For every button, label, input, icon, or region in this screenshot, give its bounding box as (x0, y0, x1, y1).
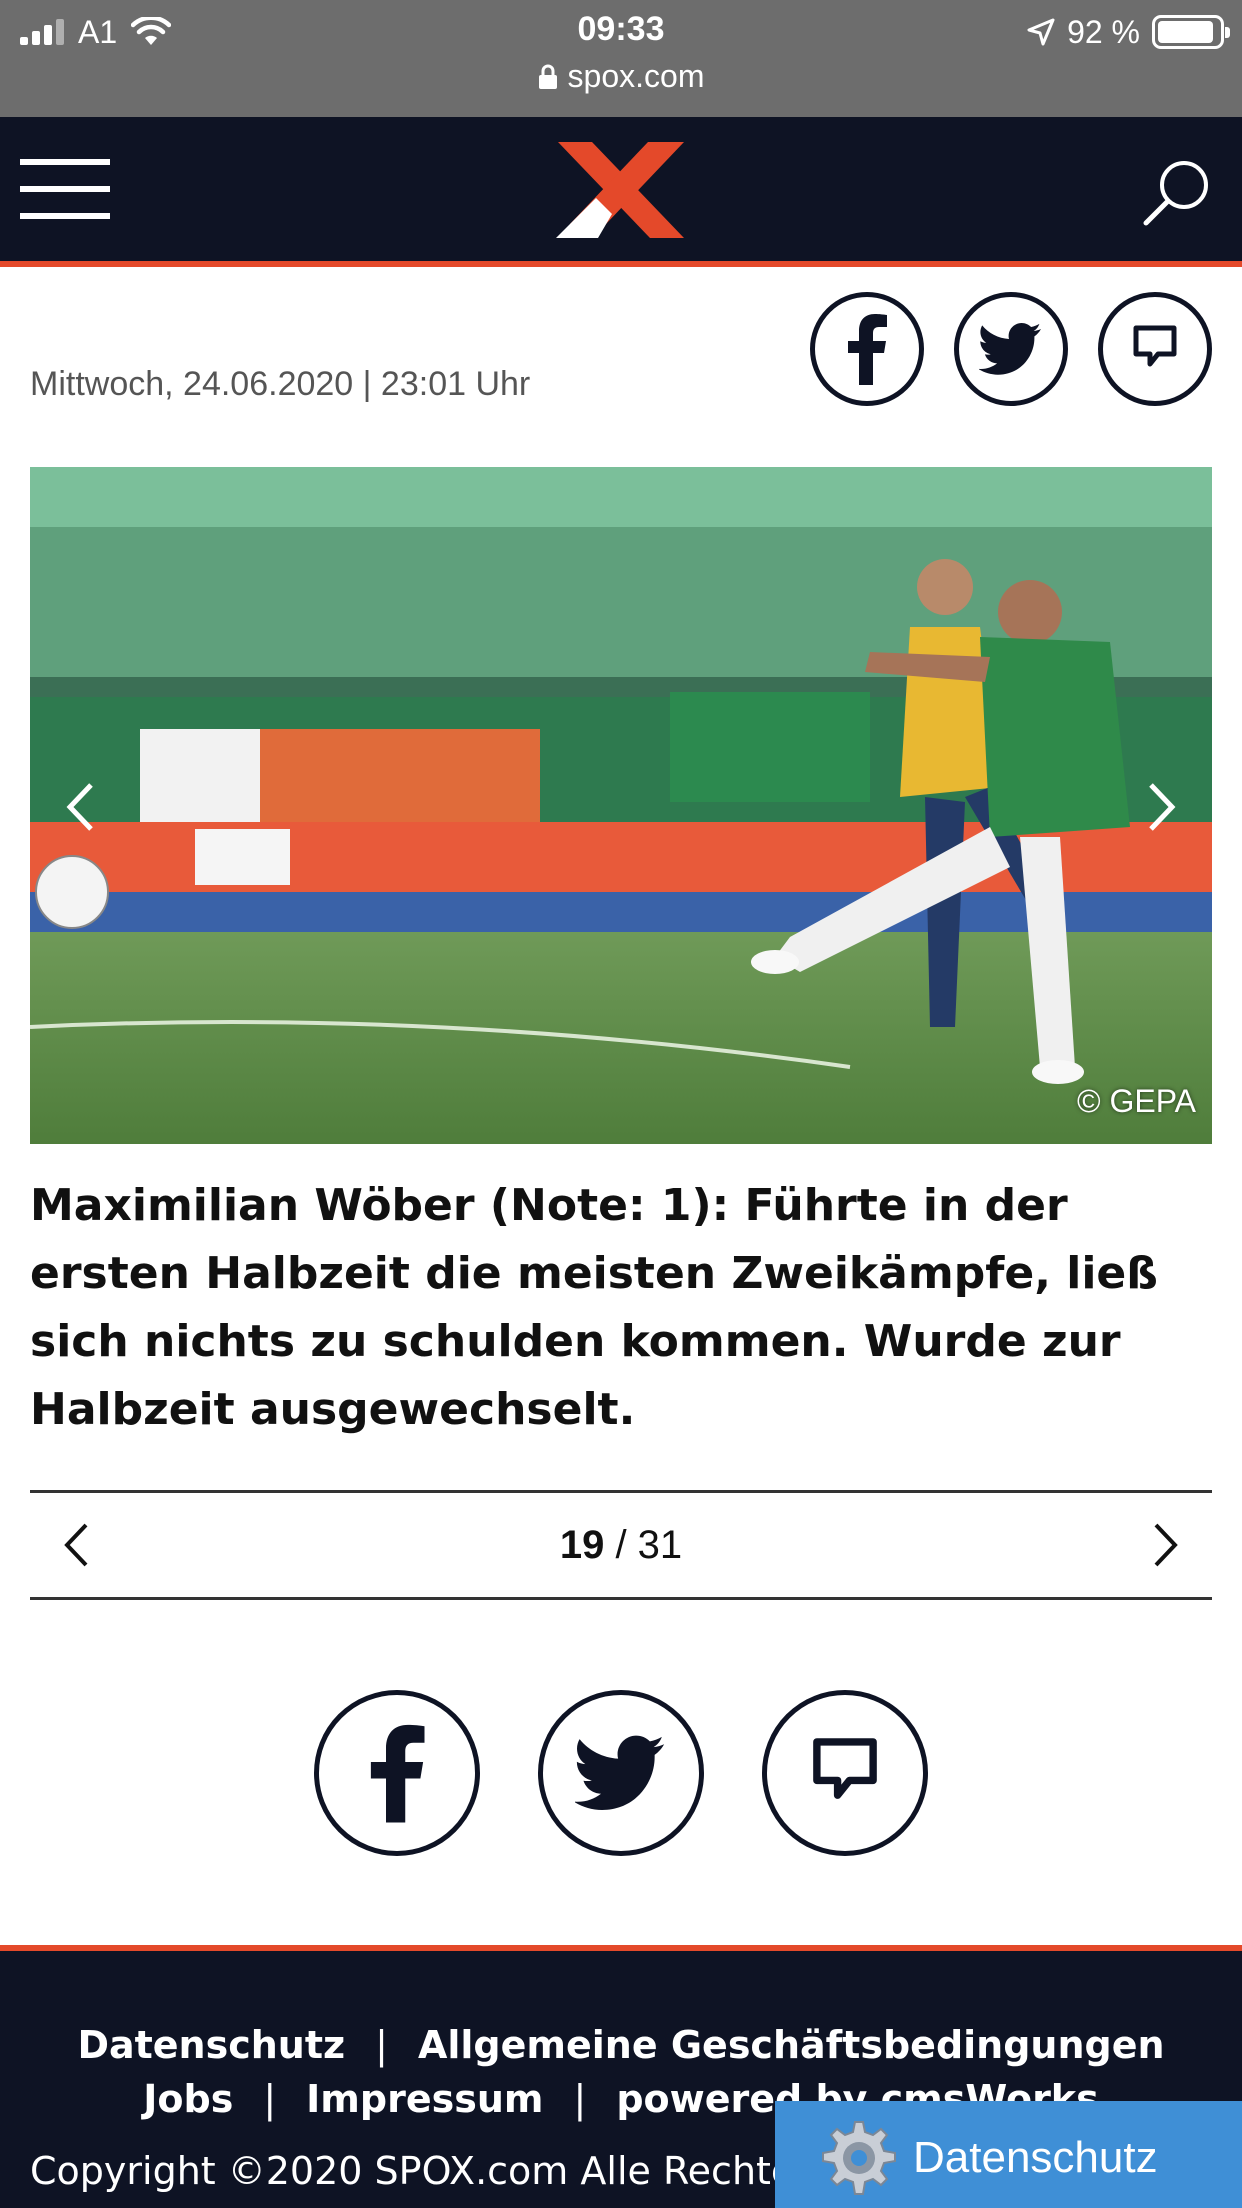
status-bar: A1 09:33 92 % spox.com (0, 0, 1242, 117)
photo-credit: © GEPA (1076, 1083, 1196, 1119)
url-text: spox.com (567, 58, 705, 94)
copyright-text: Copyright ©2020 SPOX.com Alle Rechte (30, 2149, 795, 2193)
football-match-photo (30, 467, 1212, 1144)
twitter-icon (575, 1735, 665, 1810)
footer-separator: | (375, 2023, 388, 2067)
pager-prev-button[interactable] (46, 1513, 106, 1577)
twitter-share-button[interactable] (538, 1690, 704, 1856)
battery-percent: 92 % (1067, 13, 1140, 50)
photo-prev-arrow[interactable] (50, 767, 110, 847)
comment-icon (813, 1738, 877, 1799)
comment-button[interactable] (762, 1690, 928, 1856)
facebook-icon (370, 1724, 425, 1823)
footer-links-row-1: Datenschutz | Allgemeine Geschäftsbedingun… (0, 2023, 1242, 2067)
photo-next-arrow[interactable] (1132, 767, 1192, 847)
gallery-photo[interactable]: © GEPA (30, 467, 1212, 1144)
current-page: 19 (559, 1522, 605, 1567)
footer-separator: | (263, 2077, 277, 2121)
footer-link-impressum[interactable]: Impressum (306, 2077, 543, 2121)
share-bar-top (810, 292, 1212, 406)
site-footer: Datenschutz | Allgemeine Geschäftsbedingun… (0, 1945, 1242, 2208)
hamburger-menu-icon[interactable] (20, 159, 110, 219)
twitter-icon (979, 323, 1041, 375)
privacy-settings-button[interactable]: Datenschutz (775, 2101, 1242, 2208)
url-bar[interactable]: spox.com (0, 58, 1242, 95)
page-counter: 19 / 31 (560, 1523, 682, 1568)
gear-icon (822, 2120, 896, 2195)
chevron-right-icon (1154, 1523, 1178, 1567)
chevron-right-icon (1149, 783, 1176, 831)
footer-separator: | (573, 2077, 587, 2121)
facebook-icon (848, 314, 887, 385)
chevron-left-icon (64, 1523, 88, 1567)
search-icon[interactable] (1142, 157, 1212, 227)
spox-logo[interactable] (556, 140, 686, 240)
comment-icon (1133, 325, 1177, 367)
battery-icon (1152, 15, 1230, 49)
facebook-share-button[interactable] (314, 1690, 480, 1856)
photo-caption: Maximilian Wöber (Note: 1): Führte in de… (30, 1180, 1158, 1435)
chevron-left-icon (66, 783, 93, 831)
location-arrow-icon (1027, 18, 1055, 46)
site-header (0, 117, 1242, 267)
status-right: 92 % (1027, 12, 1230, 52)
facebook-share-button[interactable] (810, 292, 924, 406)
comment-button[interactable] (1098, 292, 1212, 406)
gallery-pager: 19 / 31 (30, 1490, 1212, 1600)
total-pages: 31 (637, 1522, 683, 1567)
twitter-share-button[interactable] (954, 292, 1068, 406)
footer-link-datenschutz[interactable]: Datenschutz (77, 2023, 345, 2067)
footer-link-jobs[interactable]: Jobs (143, 2077, 233, 2121)
share-bar-bottom (0, 1690, 1242, 1856)
lock-icon (538, 64, 557, 89)
page-separator: / (604, 1522, 638, 1567)
footer-link-agb[interactable]: Allgemeine Geschäftsbedingungen (418, 2023, 1165, 2067)
pager-next-button[interactable] (1136, 1513, 1196, 1577)
privacy-settings-label: Datenschutz (913, 2132, 1158, 2182)
article-date: Mittwoch, 24.06.2020 | 23:01 Uhr (30, 365, 531, 403)
